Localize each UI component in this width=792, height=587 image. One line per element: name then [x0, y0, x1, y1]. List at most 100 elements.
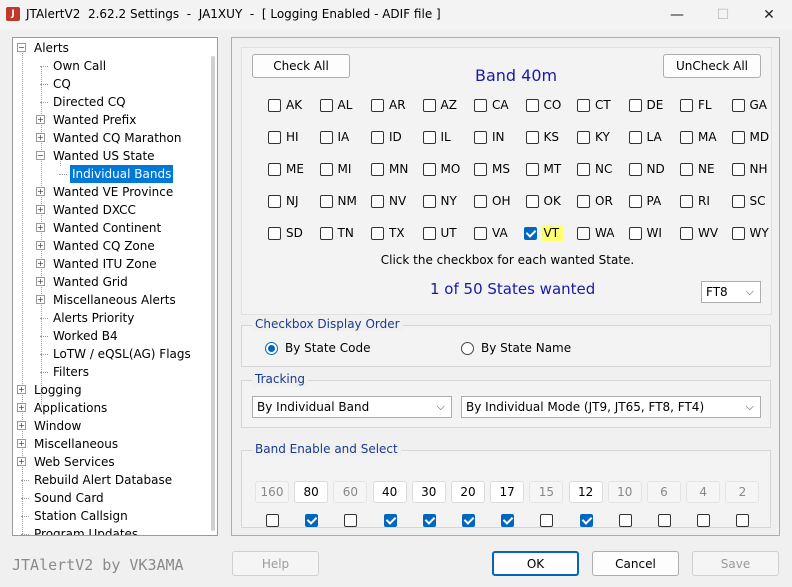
band-enable-checkbox-12[interactable] [579, 514, 593, 527]
state-checkbox-ct[interactable]: CT [577, 97, 611, 113]
state-checkbox-hi[interactable]: HI [268, 129, 299, 145]
tree-item-wanted-prefix[interactable]: Wanted Prefix [51, 111, 138, 129]
state-checkbox-ma[interactable]: MA [680, 129, 717, 145]
state-checkbox-va[interactable]: VA [474, 225, 508, 241]
band-button-60[interactable]: 60 [333, 481, 368, 503]
state-checkbox-mi[interactable]: MI [319, 161, 351, 177]
radio-by-state-code[interactable]: By State Code [265, 341, 370, 355]
tree-expander-icon[interactable]: + [36, 223, 45, 232]
state-checkbox-az[interactable]: AZ [422, 97, 457, 113]
tree-item-filters[interactable]: Filters [51, 363, 91, 381]
close-button[interactable]: ✕ [746, 0, 792, 30]
state-checkbox-ia[interactable]: IA [319, 129, 349, 145]
state-checkbox-ca[interactable]: CA [474, 97, 509, 113]
state-checkbox-id[interactable]: ID [371, 129, 402, 145]
tree-expander-icon[interactable]: + [17, 421, 26, 430]
state-checkbox-wi[interactable]: WI [628, 225, 662, 241]
save-button[interactable]: Save [692, 551, 779, 576]
state-checkbox-nh[interactable]: NH [731, 161, 768, 177]
tracking-band-select[interactable]: By Individual Band ⌵ [252, 396, 452, 418]
band-button-160[interactable]: 160 [255, 481, 289, 503]
state-checkbox-nv[interactable]: NV [371, 193, 406, 209]
state-checkbox-il[interactable]: IL [422, 129, 451, 145]
tree-expander-icon[interactable]: + [36, 295, 45, 304]
tree-item-wanted-itu-zone[interactable]: Wanted ITU Zone [51, 255, 159, 273]
state-checkbox-co[interactable]: CO [525, 97, 561, 113]
band-button-30[interactable]: 30 [411, 481, 446, 503]
tree-item-station-callsign[interactable]: Station Callsign [32, 507, 130, 525]
tree-expander-icon[interactable]: + [36, 241, 45, 250]
state-checkbox-sc[interactable]: SC [731, 193, 766, 209]
band-button-17[interactable]: 17 [490, 481, 525, 503]
tree-item-window[interactable]: Window [32, 417, 83, 435]
tree-expander-icon[interactable]: + [17, 457, 26, 466]
state-checkbox-pa[interactable]: PA [628, 193, 661, 209]
tree-expander-icon[interactable]: + [17, 385, 26, 394]
tree-item-wanted-grid[interactable]: Wanted Grid [51, 273, 130, 291]
state-checkbox-la[interactable]: LA [628, 129, 662, 145]
band-button-15[interactable]: 15 [529, 481, 564, 503]
tree-expander-icon[interactable]: + [36, 115, 45, 124]
tree-item-logging[interactable]: Logging [32, 381, 84, 399]
state-checkbox-wv[interactable]: WV [680, 225, 718, 241]
maximize-button[interactable]: ☐ [700, 0, 746, 30]
state-checkbox-ri[interactable]: RI [680, 193, 710, 209]
state-checkbox-ar[interactable]: AR [371, 97, 406, 113]
minimize-button[interactable]: — [654, 0, 700, 30]
state-checkbox-fl[interactable]: FL [680, 97, 712, 113]
settings-tree[interactable]: − Alerts Own Call CQ Directed CQ + Wanted Pref… [12, 37, 218, 536]
tree-item-wanted-continent[interactable]: Wanted Continent [51, 219, 163, 237]
band-button-6[interactable]: 6 [647, 481, 681, 503]
state-checkbox-al[interactable]: AL [319, 97, 352, 113]
band-enable-checkbox-160[interactable] [266, 514, 279, 527]
state-checkbox-mt[interactable]: MT [525, 161, 561, 177]
tree-item-alerts[interactable]: Alerts [32, 39, 71, 57]
state-checkbox-vt[interactable]: VT [523, 225, 564, 241]
state-checkbox-nj[interactable]: NJ [268, 193, 299, 209]
tree-expander-icon[interactable]: + [36, 259, 45, 268]
tree-expander-icon[interactable]: − [36, 151, 45, 160]
state-checkbox-tx[interactable]: TX [371, 225, 405, 241]
state-checkbox-ks[interactable]: KS [525, 129, 559, 145]
mode-select[interactable]: FT8 ⌵ [701, 281, 761, 303]
band-enable-checkbox-80[interactable] [305, 514, 319, 527]
state-checkbox-mo[interactable]: MO [422, 161, 460, 177]
state-checkbox-oh[interactable]: OH [474, 193, 510, 209]
tree-item-program-updates[interactable]: Program Updates [32, 525, 140, 535]
state-checkbox-md[interactable]: MD [731, 129, 769, 145]
state-checkbox-nc[interactable]: NC [577, 161, 612, 177]
tree-item-wanted-us-state[interactable]: Wanted US State [51, 147, 157, 165]
state-checkbox-wy[interactable]: WY [731, 225, 769, 241]
band-button-4[interactable]: 4 [686, 481, 721, 503]
check-all-button[interactable]: Check All [252, 54, 350, 78]
band-enable-checkbox-60[interactable] [344, 514, 358, 527]
tree-item-miscellaneous-alerts[interactable]: Miscellaneous Alerts [51, 291, 178, 309]
state-checkbox-ky[interactable]: KY [577, 129, 610, 145]
band-enable-checkbox-30[interactable] [422, 514, 436, 527]
state-checkbox-or[interactable]: OR [577, 193, 613, 209]
band-enable-checkbox-10[interactable] [618, 514, 632, 527]
tree-item-miscellaneous[interactable]: Miscellaneous [32, 435, 120, 453]
state-checkbox-me[interactable]: ME [268, 161, 304, 177]
band-button-80[interactable]: 80 [294, 481, 329, 503]
cancel-button[interactable]: Cancel [592, 551, 679, 576]
state-checkbox-ny[interactable]: NY [422, 193, 457, 209]
band-enable-checkbox-6[interactable] [658, 514, 671, 527]
band-enable-checkbox-20[interactable] [462, 514, 475, 527]
tree-item-wanted-dxcc[interactable]: Wanted DXCC [51, 201, 138, 219]
tree-item-cq[interactable]: CQ [51, 75, 73, 93]
band-button-2[interactable]: 2 [725, 481, 760, 503]
state-checkbox-ak[interactable]: AK [268, 97, 302, 113]
state-checkbox-ut[interactable]: UT [422, 225, 457, 241]
state-checkbox-ga[interactable]: GA [731, 97, 767, 113]
tree-scrollbar[interactable] [211, 56, 215, 531]
state-checkbox-in[interactable]: IN [474, 129, 505, 145]
tree-item-own-call[interactable]: Own Call [51, 57, 108, 75]
tree-item-wanted-ve-province[interactable]: Wanted VE Province [51, 183, 175, 201]
tree-item-individual-bands[interactable]: Individual Bands [70, 165, 174, 183]
ok-button[interactable]: OK [492, 551, 579, 576]
state-checkbox-nd[interactable]: ND [628, 161, 665, 177]
band-enable-checkbox-4[interactable] [697, 514, 711, 527]
band-button-40[interactable]: 40 [372, 481, 407, 503]
state-checkbox-ok[interactable]: OK [525, 193, 561, 209]
